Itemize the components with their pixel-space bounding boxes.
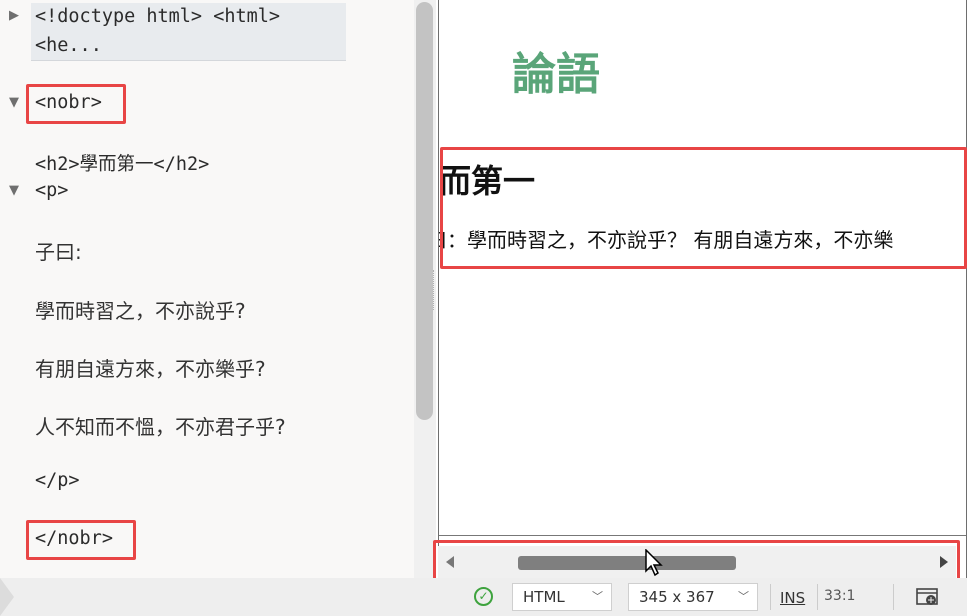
p-open-tag[interactable]: <p> <box>35 180 68 201</box>
status-bar: ✓ HTML ﹀ 345 x 367 ﹀ INS 33:1 <box>0 578 967 616</box>
highlight-nobr-close <box>26 520 136 560</box>
highlight-nobr-open <box>26 84 126 124</box>
language-select[interactable]: HTML ﹀ <box>512 583 612 611</box>
insert-mode-indicator[interactable]: INS <box>780 589 805 607</box>
viewport-size-value: 345 x 367 <box>639 588 715 606</box>
status-separator <box>770 584 771 610</box>
status-separator-3 <box>893 584 894 610</box>
code-pane-scroll-thumb[interactable] <box>416 2 433 420</box>
text-line-2[interactable]: 有朋自遠方來，不亦樂乎? <box>35 353 266 382</box>
p-close-tag[interactable]: </p> <box>35 470 80 491</box>
h2-element-line[interactable]: <h2>學而第一</h2> <box>35 150 209 176</box>
h2-element-text: <h2>學而第一</h2> <box>35 154 210 175</box>
mouse-pointer-icon <box>645 549 663 577</box>
status-bar-corner <box>0 578 14 616</box>
validation-ok-icon[interactable]: ✓ <box>474 587 493 606</box>
preview-pane[interactable]: 論語 而第一 曰：學而時習之，不亦說乎？ 有朋自遠方來，不亦樂 <box>438 0 967 578</box>
chevron-down-icon-size: ﹀ <box>738 590 749 603</box>
doctype-line-1: <!doctype html> <html> <box>35 6 281 27</box>
expand-arrow-icon[interactable]: ▶ <box>9 8 19 23</box>
highlight-overflow-text <box>440 147 967 269</box>
chevron-down-icon: ﹀ <box>592 590 603 603</box>
language-select-value: HTML <box>523 588 565 606</box>
pane-splitter[interactable] <box>433 270 436 310</box>
preview-browser-icon[interactable] <box>916 587 940 607</box>
viewport-size-select[interactable]: 345 x 367 ﹀ <box>628 583 758 611</box>
preview-title: 論語 <box>512 49 600 100</box>
doctype-line-2: <he... <box>35 35 102 56</box>
cursor-position: 33:1 <box>824 588 856 604</box>
text-line-3[interactable]: 人不知而不慍，不亦君子乎? <box>35 411 286 440</box>
preview-bottom-border <box>439 535 966 536</box>
collapse-arrow-icon-p[interactable]: ▼ <box>9 183 19 198</box>
text-line-1[interactable]: 學而時習之，不亦說乎? <box>35 295 246 324</box>
collapse-arrow-icon[interactable]: ▼ <box>9 95 19 110</box>
code-tree-pane[interactable]: ▶ <!doctype html> <html> <he... ▼ <nobr>… <box>0 0 436 578</box>
status-separator-2 <box>817 584 818 610</box>
text-line-ziyue[interactable]: 子曰: <box>35 236 82 265</box>
